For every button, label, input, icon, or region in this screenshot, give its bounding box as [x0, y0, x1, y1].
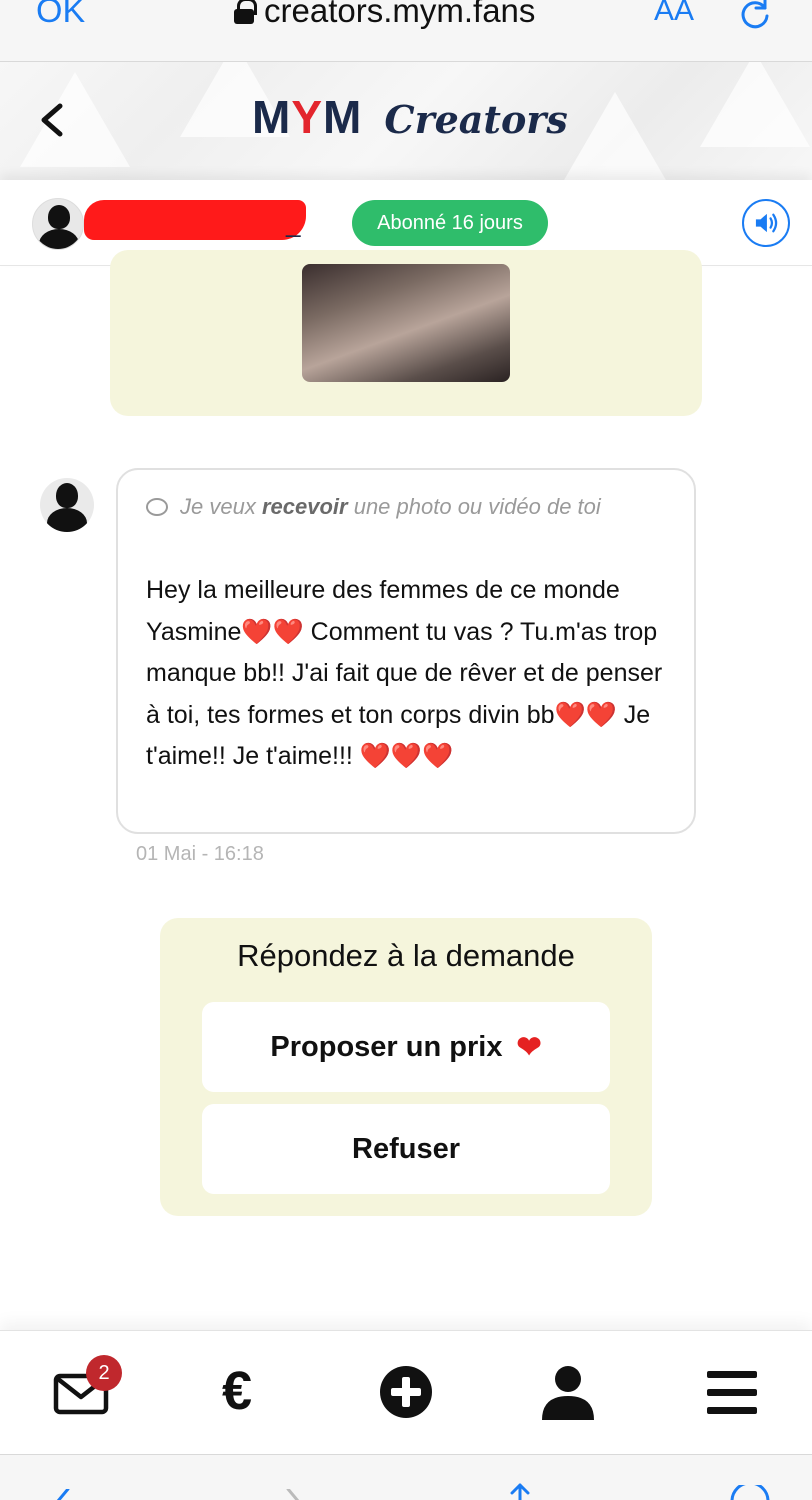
heart-icon: ❤	[516, 1030, 542, 1064]
header-pattern	[700, 62, 810, 147]
reload-icon[interactable]	[738, 0, 772, 30]
hearts-emoji: ❤️❤️	[241, 617, 304, 646]
hearts-emoji: ❤️❤️	[554, 700, 617, 729]
browser-address-bar[interactable]: creators.mym.fans	[234, 0, 535, 30]
chat-bubble-icon	[146, 498, 168, 516]
subscriber-avatar[interactable]	[32, 198, 84, 250]
logo-mym: MYM	[252, 91, 363, 143]
message-text: Hey la meilleure des femmes de ce monde …	[146, 576, 663, 770]
logo-creators: Creators	[384, 97, 568, 142]
lock-icon	[234, 0, 257, 24]
browser-url: creators.mym.fans	[264, 0, 536, 29]
mym-creators-logo: MYM Creators	[252, 90, 568, 144]
back-chevron-icon[interactable]	[34, 100, 70, 140]
message-timestamp: 01 Mai - 16:18	[136, 843, 264, 865]
messages-badge: 2	[86, 1355, 122, 1391]
euro-icon[interactable]: €	[222, 1360, 252, 1422]
media-thumbnail[interactable]	[302, 264, 510, 382]
browser-done-button[interactable]: OK	[36, 0, 85, 31]
refuse-button[interactable]: Refuser	[202, 1104, 610, 1194]
plus-circle-icon[interactable]	[376, 1362, 436, 1422]
redacted-username	[84, 200, 306, 240]
browser-back-icon[interactable]	[50, 1489, 80, 1500]
propose-price-button[interactable]: Proposer un prix ❤	[202, 1002, 610, 1092]
header-pattern	[560, 92, 670, 180]
compass-icon[interactable]	[728, 1485, 772, 1500]
sender-avatar[interactable]	[40, 478, 94, 532]
browser-top-bar: OK creators.mym.fans AA	[0, 0, 812, 62]
speaker-icon[interactable]	[742, 199, 790, 247]
share-icon[interactable]	[500, 1483, 540, 1500]
user-icon[interactable]	[538, 1362, 598, 1422]
browser-forward-icon[interactable]	[278, 1489, 308, 1500]
username-tail: _	[286, 208, 301, 238]
subscription-badge: Abonné 16 jours	[352, 200, 548, 246]
menu-icon[interactable]	[702, 1362, 762, 1422]
browser-bottom-toolbar	[0, 1454, 812, 1500]
request-type-line: Je veux recevoir une photo ou vidéo de t…	[146, 486, 666, 528]
hearts-emoji: ❤️❤️❤️	[359, 742, 454, 770]
response-title: Répondez à la demande	[237, 938, 575, 973]
text-size-button[interactable]: AA	[654, 0, 694, 28]
screen: OK creators.mym.fans AA MYM Creators _ A	[0, 0, 812, 1500]
app-header: MYM Creators	[0, 62, 812, 180]
